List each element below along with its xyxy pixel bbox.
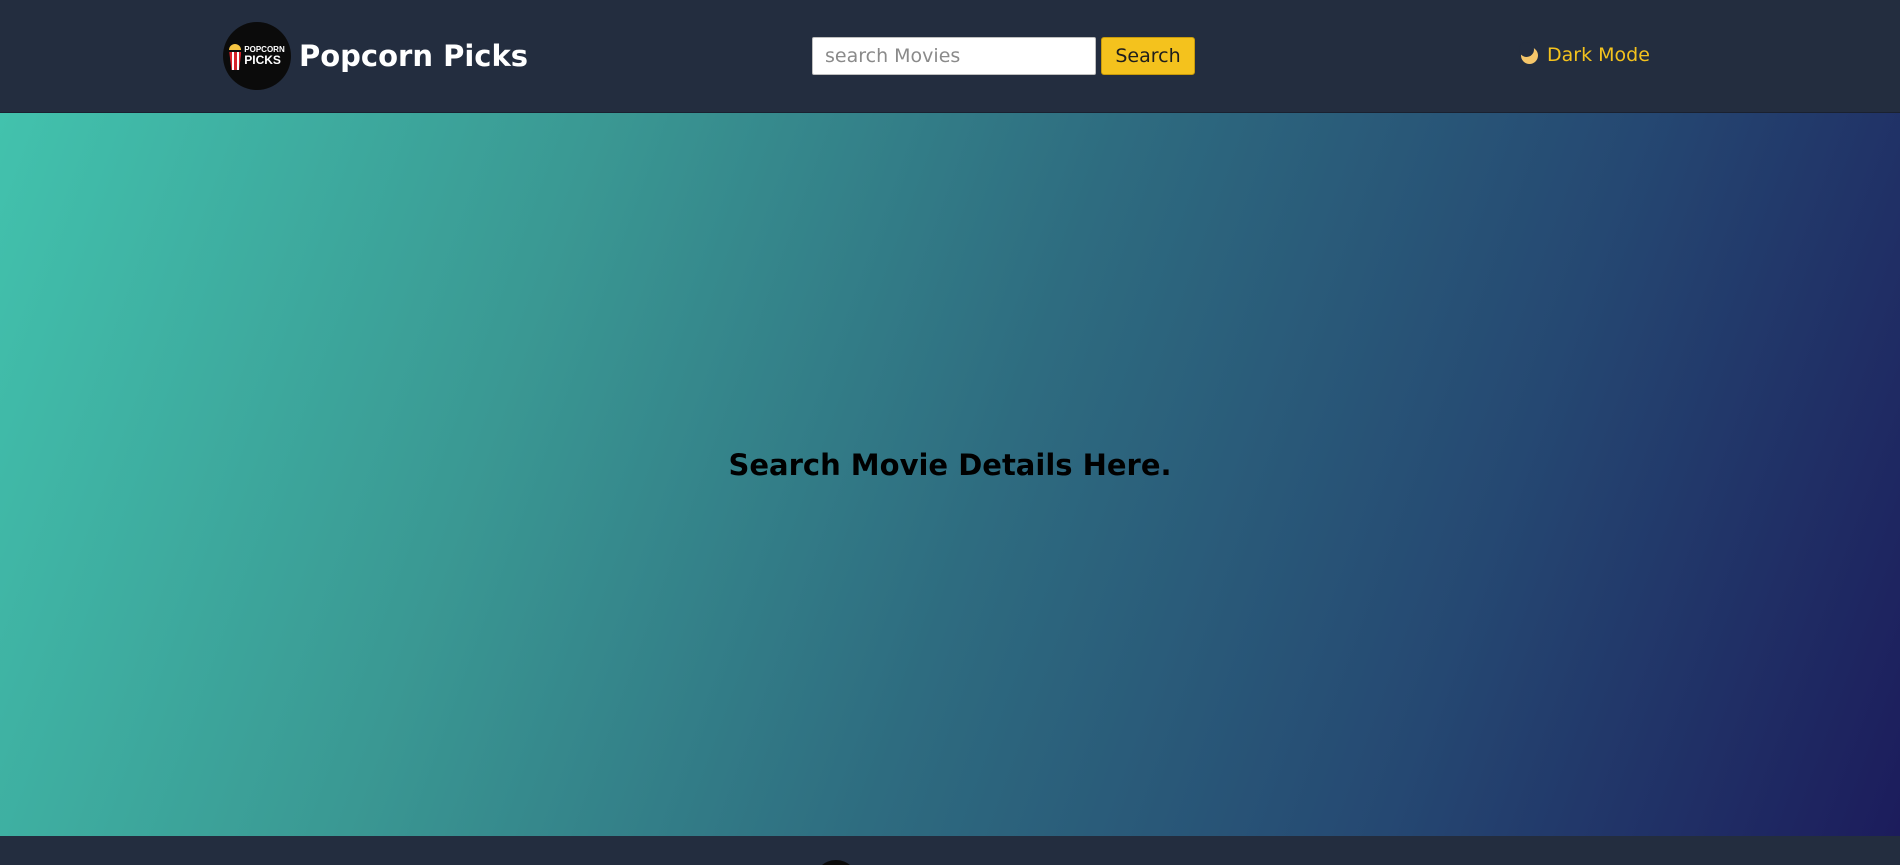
logo-text-line2: PICKS <box>244 53 281 67</box>
search-form: Search <box>812 37 1195 75</box>
dark-mode-toggle[interactable]: Dark Mode <box>1519 42 1650 66</box>
logo[interactable]: POPCORN PICKS <box>223 22 291 90</box>
search-button[interactable]: Search <box>1101 37 1195 75</box>
footer <box>0 836 1900 865</box>
navbar: POPCORN PICKS Popcorn Picks Search Dark … <box>0 0 1900 113</box>
hero-section: Search Movie Details Here. <box>0 113 1900 836</box>
footer-logo <box>814 860 858 865</box>
logo-text: POPCORN PICKS <box>244 46 284 67</box>
search-input[interactable] <box>812 37 1096 75</box>
hero-heading: Search Movie Details Here. <box>728 447 1172 482</box>
moon-icon <box>1519 42 1539 65</box>
brand-name[interactable]: Popcorn Picks <box>299 39 528 73</box>
dark-mode-label: Dark Mode <box>1547 44 1650 66</box>
popcorn-bucket-icon <box>229 44 244 70</box>
brand[interactable]: POPCORN PICKS Popcorn Picks <box>223 22 528 90</box>
